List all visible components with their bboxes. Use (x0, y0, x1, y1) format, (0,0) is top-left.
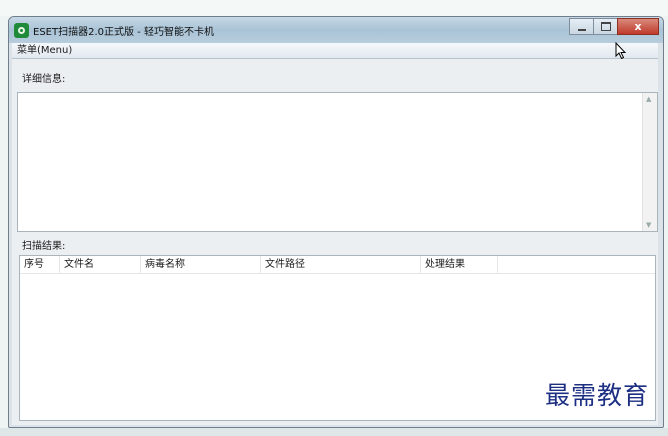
menu-item-menu[interactable]: 菜单(Menu) (17, 45, 72, 56)
minimize-button[interactable] (569, 18, 594, 35)
minimize-icon (577, 28, 586, 31)
eset-app-icon (14, 23, 29, 38)
menu-bar: 菜单(Menu) (12, 43, 658, 59)
main-panel: 详细信息: ▲ ▼ 扫描结果: 序号 文件名 病毒名称 文件路径 处理结果 最需… (12, 59, 658, 425)
window-controls: x (569, 18, 659, 35)
scan-results-label: 扫描结果: (22, 241, 66, 252)
column-header-action-result[interactable]: 处理结果 (421, 256, 498, 273)
maximize-button[interactable] (593, 18, 618, 35)
detail-scrollbar[interactable]: ▲ ▼ (642, 93, 657, 231)
scan-results-table[interactable]: 序号 文件名 病毒名称 文件路径 处理结果 最需教育 (19, 255, 656, 421)
taskbar-strip (0, 428, 668, 436)
column-header-file-path[interactable]: 文件路径 (261, 256, 421, 273)
detail-info-label: 详细信息: (22, 74, 66, 85)
close-button[interactable]: x (617, 18, 659, 35)
column-header-filename[interactable]: 文件名 (60, 256, 141, 273)
close-icon: x (634, 20, 642, 33)
window-title: ESET扫描器2.0正式版 - 轻巧智能不卡机 (33, 27, 214, 38)
table-header: 序号 文件名 病毒名称 文件路径 处理结果 (20, 256, 655, 274)
title-bar[interactable]: ESET扫描器2.0正式版 - 轻巧智能不卡机 x (9, 17, 663, 43)
column-header-virus-name[interactable]: 病毒名称 (141, 256, 261, 273)
detail-info-textarea[interactable]: ▲ ▼ (17, 92, 658, 232)
scroll-up-icon[interactable]: ▲ (646, 95, 651, 103)
column-header-index[interactable]: 序号 (20, 256, 60, 273)
mouse-cursor-icon (615, 42, 627, 60)
desktop-background-top (0, 0, 668, 16)
app-window: ESET扫描器2.0正式版 - 轻巧智能不卡机 x 菜单(Menu) 详细信息:… (8, 16, 664, 428)
watermark-logo: 最需教育 (544, 381, 649, 410)
maximize-icon (600, 22, 611, 31)
scroll-down-icon[interactable]: ▼ (646, 221, 651, 229)
